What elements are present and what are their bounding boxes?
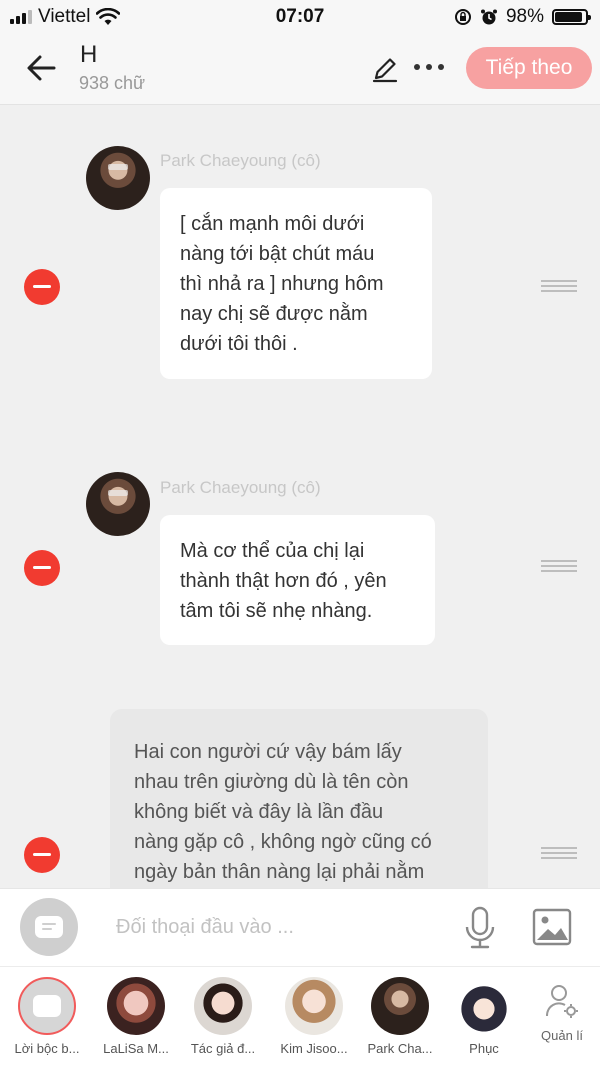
drag-handle-icon[interactable]: [541, 847, 577, 859]
avatar[interactable]: [86, 146, 150, 210]
image-icon[interactable]: [531, 907, 573, 947]
chat-bubble-icon[interactable]: [20, 898, 78, 956]
message-line: tâm tôi sẽ nhẹ nhàng.: [180, 600, 373, 622]
message-line: thì nhả ra ] nhưng hôm: [180, 273, 384, 295]
avatar: [194, 977, 252, 1035]
character-name: Park Chaeyoung (cô): [160, 478, 321, 497]
minus-circle-icon[interactable]: [24, 837, 60, 873]
manage-button[interactable]: Quản lí: [534, 983, 590, 1043]
avatar: [285, 977, 343, 1035]
drag-handle-icon[interactable]: [541, 280, 577, 292]
manage-label: Quản lí: [541, 1028, 583, 1043]
rotation-lock-icon: [454, 9, 471, 25]
message-line: Mà cơ thể của chị lại: [180, 540, 365, 562]
message-line: dưới tôi thôi .: [180, 333, 298, 355]
message-line: nay chị sẽ được nằm: [180, 303, 368, 325]
narration-line: không biết và đây là lần đầu: [134, 801, 384, 823]
microphone-icon[interactable]: [462, 905, 498, 951]
narration-bubble[interactable]: Hai con người cứ vậy bám lấy nhau trên g…: [110, 709, 488, 888]
narration-line: nàng gặp cô , không ngờ cũng có: [134, 831, 432, 853]
character-name: Park Chaeyoung (cô): [160, 151, 321, 170]
avatar: [455, 977, 513, 1035]
status-bar: Viettel 07:07 98%: [0, 0, 600, 34]
message-line: nàng tới bật chút máu: [180, 243, 375, 265]
person-settings-icon: [545, 985, 578, 1018]
minus-circle-icon[interactable]: [24, 269, 60, 305]
character-label: Phục: [469, 1041, 499, 1056]
page-title: H: [80, 41, 98, 68]
message-line: [ cắn mạnh môi dưới: [180, 213, 365, 235]
back-arrow-icon[interactable]: [24, 50, 60, 86]
alarm-icon: [480, 9, 497, 25]
next-button[interactable]: Tiếp theo: [466, 47, 592, 89]
character-item[interactable]: Phục: [441, 977, 527, 1056]
character-label: Tác giả đ...: [190, 1041, 256, 1056]
message-bubble[interactable]: [ cắn mạnh môi dưới nàng tới bật chút má…: [160, 188, 432, 379]
drag-handle-icon[interactable]: [541, 560, 577, 572]
more-dots-icon[interactable]: [414, 64, 444, 70]
message-line: thành thật hơn đó , yên: [180, 570, 387, 592]
character-label: Lời bộc b...: [14, 1041, 80, 1056]
character-label: LaLiSa M...: [103, 1041, 169, 1056]
character-label: Park Cha...: [367, 1041, 433, 1056]
minus-circle-icon[interactable]: [24, 550, 60, 586]
status-right: 98%: [454, 6, 591, 28]
battery-percent: 98%: [505, 6, 544, 27]
chat-bubble-icon: [18, 977, 76, 1035]
character-item[interactable]: LaLiSa M...: [93, 977, 179, 1056]
input-bar: [0, 888, 600, 967]
narration-line: nhau trên giường dù là tên còn: [134, 771, 409, 793]
narration-line: Hai con người cứ vậy bám lấy: [134, 741, 402, 763]
header: H 938 chữ Tiếp theo: [0, 34, 600, 105]
edit-pencil-icon[interactable]: [370, 54, 400, 84]
word-count: 938 chữ: [79, 73, 146, 93]
avatar[interactable]: [86, 472, 150, 536]
character-narrator[interactable]: Lời bộc b...: [4, 977, 90, 1056]
message-bubble[interactable]: Mà cơ thể của chị lại thành thật hơn đó …: [160, 515, 435, 645]
avatar: [107, 977, 165, 1035]
character-item[interactable]: Kim Jisoo...: [271, 977, 357, 1056]
character-label: Kim Jisoo...: [280, 1041, 348, 1056]
narration-line: ngày bản thân nàng lại phải nằm: [134, 861, 425, 883]
avatar: [371, 977, 429, 1035]
dialogue-input[interactable]: [104, 907, 468, 947]
character-item[interactable]: Park Cha...: [357, 977, 443, 1056]
character-item[interactable]: Tác giả đ...: [180, 977, 266, 1056]
battery-icon: [552, 9, 591, 25]
chat-area[interactable]: Park Chaeyoung (cô) [ cắn mạnh môi dưới …: [0, 105, 600, 888]
character-bar: Lời bộc b... LaLiSa M... Tác giả đ... Ki…: [0, 966, 600, 1068]
